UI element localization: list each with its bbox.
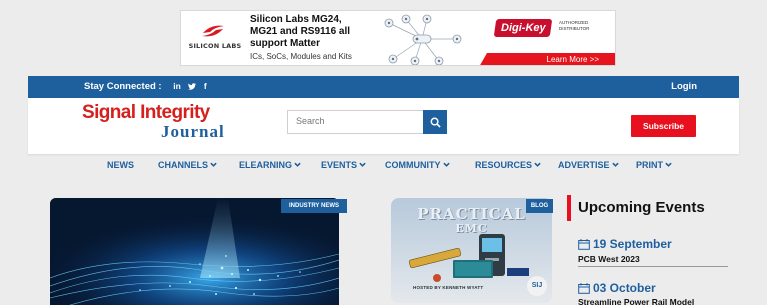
logo-line2: Journal: [161, 122, 225, 141]
site-header: Signal Integrity Journal Search Subscrib…: [28, 98, 739, 154]
learn-more-button[interactable]: Learn More >>: [479, 53, 615, 65]
calendar-icon: [578, 238, 590, 250]
authorized-distributor-label: AUTHORIZED DISTRIBUTOR: [559, 20, 590, 31]
main-nav: NEWS CHANNELS ELEARNING EVENTS COMMUNITY…: [28, 159, 739, 173]
chevron-down-icon: [442, 162, 450, 167]
digikey-logo: Digi-Key: [493, 19, 553, 37]
event-date[interactable]: 03 October: [578, 281, 656, 295]
top-bar: Stay Connected : in f Login: [28, 76, 739, 98]
nav-advertise[interactable]: ADVERTISE: [558, 159, 619, 171]
industry-news-badge[interactable]: INDUSTRY NEWS: [281, 199, 347, 213]
blog-badge[interactable]: BLOG: [526, 199, 553, 213]
social-links: in f: [168, 80, 206, 93]
blog-host: HOSTED BY KENNETH WYATT: [413, 285, 484, 290]
ad-copy: Silicon Labs MG24, MG21 and RS9116 all s…: [250, 14, 368, 62]
industry-news-image[interactable]: [50, 198, 339, 305]
chevron-down-icon: [611, 162, 619, 167]
facebook-icon[interactable]: f: [204, 81, 207, 91]
chevron-down-icon: [210, 162, 217, 167]
events-accent-bar: [567, 195, 571, 221]
event-divider: [578, 266, 728, 267]
chevron-down-icon: [294, 162, 301, 167]
nav-community[interactable]: COMMUNITY: [385, 159, 450, 171]
ad-subline: ICs, SoCs, Modules and Kits: [250, 52, 352, 61]
blog-title-line2: EMC: [455, 222, 488, 235]
silicon-labs-logo: SILICON LABS: [187, 23, 241, 55]
chevron-down-icon: [534, 162, 541, 167]
ad-banner[interactable]: SILICON LABS Silicon Labs MG24, MG21 and…: [180, 10, 616, 66]
ad-headline: Silicon Labs MG24, MG21 and RS9116 all s…: [250, 14, 351, 49]
nav-news[interactable]: NEWS: [107, 159, 134, 171]
site-logo[interactable]: Signal Integrity Journal: [82, 102, 272, 148]
nav-print[interactable]: PRINT: [636, 159, 672, 171]
silicon-labs-name: SILICON LABS: [188, 42, 242, 50]
subscribe-button[interactable]: Subscribe: [631, 115, 696, 137]
nav-elearning[interactable]: ELEARNING: [239, 159, 301, 171]
calendar-icon: [578, 282, 590, 294]
event-name[interactable]: Streamline Power Rail Model: [578, 297, 694, 305]
search-button[interactable]: [423, 110, 447, 134]
upcoming-events-title: Upcoming Events: [578, 199, 705, 216]
search-input[interactable]: Search: [287, 110, 423, 134]
nav-events[interactable]: EVENTS: [321, 159, 366, 171]
linkedin-icon[interactable]: in: [173, 81, 181, 91]
chevron-down-icon: [359, 162, 366, 167]
twitter-icon[interactable]: [188, 81, 198, 91]
search-icon: [430, 117, 441, 128]
stay-connected: Stay Connected : in f: [84, 80, 207, 93]
search-placeholder: Search: [296, 116, 325, 126]
nav-resources[interactable]: RESOURCES: [475, 159, 541, 171]
stay-connected-label: Stay Connected :: [84, 81, 162, 92]
silicon-labs-swirl-icon: [202, 25, 224, 37]
data-wave-image: [50, 198, 339, 305]
event-name[interactable]: PCB West 2023: [578, 254, 640, 264]
digikey-cta[interactable]: Digi-Key AUTHORIZED DISTRIBUTOR Learn Mo…: [479, 11, 615, 65]
chevron-down-icon: [665, 162, 672, 167]
login-link[interactable]: Login: [671, 80, 697, 93]
sij-badge: SIJ: [531, 282, 543, 289]
matter-network-diagram: [384, 14, 462, 65]
event-date[interactable]: 19 September: [578, 237, 672, 251]
practical-emc-blog-card[interactable]: PRACTICAL EMC HOSTED BY KENNETH WYATT SI…: [391, 198, 552, 303]
logo-line1: Signal Integrity: [82, 102, 210, 123]
nav-channels[interactable]: CHANNELS: [158, 159, 217, 171]
